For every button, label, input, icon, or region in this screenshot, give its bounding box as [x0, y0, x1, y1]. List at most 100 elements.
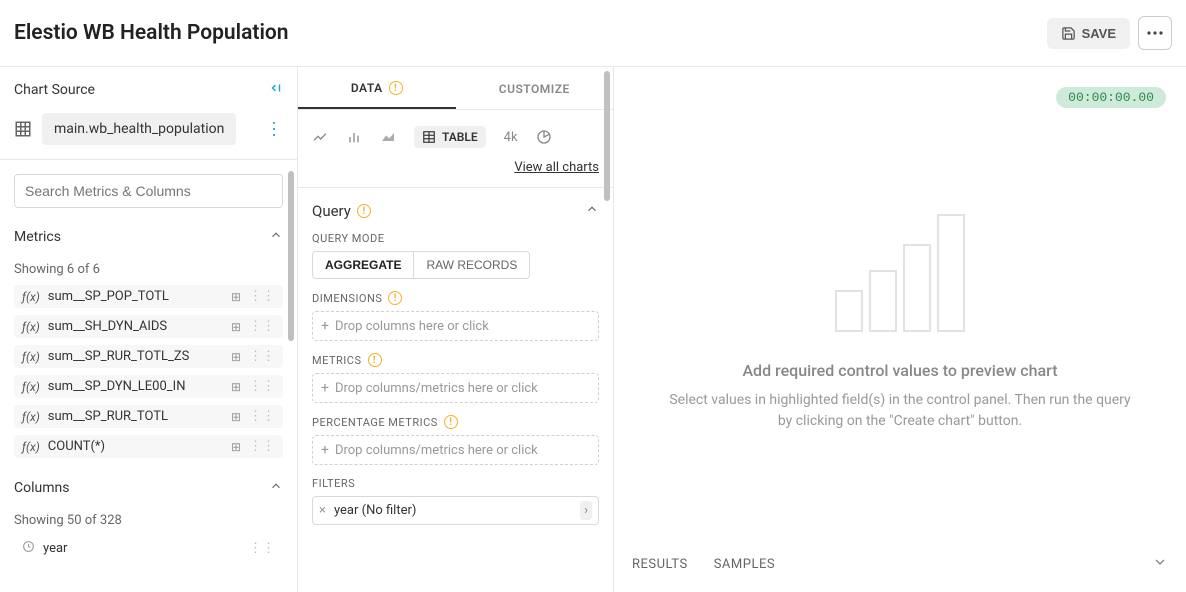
- save-button[interactable]: SAVE: [1047, 18, 1130, 49]
- chevron-up-icon: [269, 479, 283, 497]
- columns-label: Columns: [14, 480, 69, 496]
- dataset-name-chip[interactable]: main.wb_health_population: [42, 113, 236, 145]
- header-actions: SAVE: [1047, 16, 1172, 50]
- drag-handle-icon[interactable]: ⋮⋮: [249, 289, 275, 304]
- query-header[interactable]: Query!: [312, 202, 599, 220]
- column-item[interactable]: year ⋮⋮: [14, 536, 283, 561]
- metrics-dropzone[interactable]: +Drop columns/metrics here or click: [312, 373, 599, 403]
- metric-item[interactable]: ƒ(x)sum__SP_DYN_LE00_IN⊞⋮⋮: [14, 375, 283, 398]
- query-mode-toggle: AGGREGATE RAW RECORDS: [312, 251, 530, 279]
- chart-preview: 00:00:00.00 Add required control values …: [614, 67, 1186, 592]
- fx-icon: ƒ(x): [22, 440, 40, 454]
- chevron-up-icon: [269, 228, 283, 246]
- query-panel: Query! QUERY MODE AGGREGATE RAW RECORDS …: [298, 187, 613, 587]
- drag-handle-icon[interactable]: ⋮⋮: [249, 409, 275, 424]
- drag-handle-icon[interactable]: ⋮⋮: [249, 379, 275, 394]
- metrics-field-label: METRICS!: [312, 353, 599, 367]
- warning-icon: !: [389, 81, 403, 95]
- results-bar: RESULTS SAMPLES: [632, 544, 1168, 574]
- viz-type-row: TABLE 4k: [298, 110, 613, 154]
- bar-chart-icon[interactable]: [346, 129, 362, 145]
- pct-metrics-label: PERCENTAGE METRICS!: [312, 415, 599, 429]
- filters-label: FILTERS: [312, 477, 599, 490]
- drag-handle-icon[interactable]: ⋮⋮: [249, 439, 275, 454]
- preview-empty-state: Add required control values to preview c…: [632, 85, 1168, 544]
- metric-list: ƒ(x)sum__SP_POP_TOTL⊞⋮⋮ ƒ(x)sum__SH_DYN_…: [0, 285, 297, 465]
- search-wrap: [0, 160, 297, 222]
- plus-icon: +: [321, 442, 329, 458]
- info-icon: ⊞: [231, 320, 241, 334]
- query-timer: 00:00:00.00: [1056, 87, 1166, 108]
- fx-icon: ƒ(x): [22, 320, 40, 334]
- page-header: Elestio WB Health Population SAVE: [0, 0, 1186, 67]
- line-chart-icon[interactable]: [312, 129, 328, 145]
- dimensions-dropzone[interactable]: +Drop columns here or click: [312, 311, 599, 341]
- warning-icon: !: [388, 291, 402, 305]
- query-title: Query!: [312, 202, 371, 220]
- raw-records-toggle[interactable]: RAW RECORDS: [413, 252, 529, 278]
- chevron-up-icon: [585, 202, 599, 220]
- samples-tab[interactable]: SAMPLES: [714, 557, 775, 572]
- source-row: main.wb_health_population ⋯: [0, 113, 297, 160]
- tab-customize[interactable]: CUSTOMIZE: [456, 67, 614, 109]
- column-name: year: [43, 541, 67, 556]
- query-mode-label: QUERY MODE: [312, 232, 599, 245]
- area-chart-icon[interactable]: [380, 129, 396, 145]
- metric-item[interactable]: ƒ(x)sum__SP_RUR_TOTL⊞⋮⋮: [14, 405, 283, 428]
- filter-chip[interactable]: × year (No filter) ›: [312, 496, 599, 525]
- info-icon: ⊞: [231, 350, 241, 364]
- control-panel: DATA ! CUSTOMIZE TABLE 4k View all chart…: [298, 67, 614, 592]
- metric-item[interactable]: ƒ(x)sum__SH_DYN_AIDS⊞⋮⋮: [14, 315, 283, 338]
- columns-count: Showing 50 of 328: [0, 503, 297, 536]
- columns-section-header[interactable]: Columns: [0, 473, 297, 503]
- search-input[interactable]: [14, 174, 283, 208]
- metric-item[interactable]: ƒ(x)COUNT(*)⊞⋮⋮: [14, 435, 283, 458]
- big-number-icon[interactable]: 4k: [504, 130, 518, 145]
- scrollbar[interactable]: [601, 67, 613, 592]
- dataset-grid-icon: [14, 120, 32, 138]
- pct-metrics-dropzone[interactable]: +Drop columns/metrics here or click: [312, 435, 599, 465]
- remove-filter-icon[interactable]: ×: [319, 503, 326, 518]
- ellipsis-icon: [1147, 31, 1163, 35]
- metric-item[interactable]: ƒ(x)sum__SP_POP_TOTL⊞⋮⋮: [14, 285, 283, 308]
- sidebar-header: Chart Source: [0, 67, 297, 113]
- aggregate-toggle[interactable]: AGGREGATE: [313, 252, 413, 278]
- metrics-section-header[interactable]: Metrics: [0, 222, 297, 252]
- drag-handle-icon[interactable]: ⋮⋮: [249, 349, 275, 364]
- clock-icon: [22, 540, 35, 557]
- chart-source-label: Chart Source: [14, 82, 95, 98]
- info-icon: ⊞: [231, 440, 241, 454]
- more-actions-button[interactable]: [1138, 16, 1172, 50]
- scrollbar-thumb[interactable]: [604, 71, 610, 201]
- results-tab[interactable]: RESULTS: [632, 557, 688, 572]
- view-all-link[interactable]: View all charts: [514, 160, 599, 175]
- scrollbar-thumb[interactable]: [288, 171, 294, 341]
- page-title: Elestio WB Health Population: [14, 21, 289, 45]
- chevron-right-icon[interactable]: ›: [580, 501, 592, 520]
- info-icon: ⊞: [231, 410, 241, 424]
- metric-item[interactable]: ƒ(x)sum__SP_RUR_TOTL_ZS⊞⋮⋮: [14, 345, 283, 368]
- warning-icon: !: [368, 353, 382, 367]
- collapse-sidebar-icon[interactable]: [269, 81, 283, 99]
- info-icon: ⊞: [231, 290, 241, 304]
- dimensions-label: DIMENSIONS!: [312, 291, 599, 305]
- main-layout: Chart Source main.wb_health_population ⋯…: [0, 67, 1186, 592]
- info-icon: ⊞: [231, 380, 241, 394]
- fx-icon: ƒ(x): [22, 410, 40, 424]
- metrics-label: Metrics: [14, 229, 61, 245]
- dataset-menu-icon[interactable]: ⋯: [263, 120, 284, 139]
- tab-data[interactable]: DATA !: [298, 67, 456, 109]
- warning-icon: !: [357, 204, 371, 218]
- drag-handle-icon[interactable]: ⋮⋮: [249, 541, 275, 556]
- panel-tabs: DATA ! CUSTOMIZE: [298, 67, 613, 110]
- chevron-down-icon[interactable]: [1152, 554, 1168, 574]
- view-all-charts: View all charts: [298, 154, 613, 187]
- table-chart-button[interactable]: TABLE: [414, 126, 486, 148]
- drag-handle-icon[interactable]: ⋮⋮: [249, 319, 275, 334]
- save-icon: [1061, 26, 1076, 41]
- empty-bars-icon: [830, 197, 970, 337]
- table-icon: [422, 130, 436, 144]
- preview-subtitle: Select values in highlighted field(s) in…: [665, 390, 1135, 432]
- warning-icon: !: [444, 415, 458, 429]
- pie-chart-icon[interactable]: [536, 129, 552, 145]
